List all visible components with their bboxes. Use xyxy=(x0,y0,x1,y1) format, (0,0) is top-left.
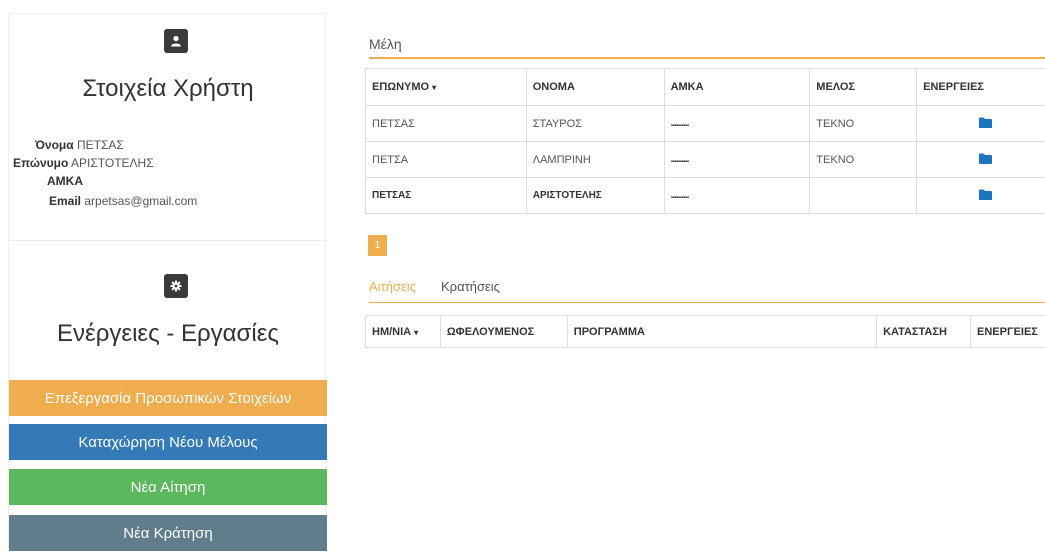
sort-caret-icon: ▾ xyxy=(414,327,419,337)
folder-icon[interactable] xyxy=(979,189,993,203)
col-header-member[interactable]: ΜΕΛΟΣ xyxy=(809,68,918,106)
user-surname-line: Επώνυμο ΑΡΙΣΤΟΤΕΛΗΣ xyxy=(13,156,154,170)
cell-name: ΑΡΙΣΤΟΤΕΛΗΣ xyxy=(525,177,665,214)
cell-name: ΛΑΜΠΡΙΝΗ xyxy=(525,141,665,178)
members-table-header: ΕΠΩΝΥΜΟ ▾ ΟΝΟΜΑ ΑΜΚΑ ΜΕΛΟΣ ΕΝΕΡΓΕΙΕΣ xyxy=(365,68,1045,106)
applications-table: ΗΜ/ΝΙΑ ▾ ΩΦΕΛΟΥΜΕΝΟΣ ΠΡΟΓΡΑΜΜΑ ΚΑΤΑΣΤΑΣΗ… xyxy=(365,315,1045,348)
edit-personal-info-button[interactable]: Επεξεργασία Προσωπικών Στοιχείων xyxy=(9,380,327,416)
col-header-date[interactable]: ΗΜ/ΝΙΑ ▾ xyxy=(365,315,441,348)
cell-member xyxy=(809,177,918,214)
user-name-value: ΠΕΤΣΑΣ xyxy=(76,138,124,152)
user-name-label: Όνομα xyxy=(35,138,74,152)
cell-actions xyxy=(916,105,1045,142)
cell-actions xyxy=(916,177,1045,214)
cell-amka: .......... xyxy=(663,141,811,178)
new-reservation-button[interactable]: Νέα Κράτηση xyxy=(9,515,327,551)
cell-member: ΤΕΚΝΟ xyxy=(809,141,918,178)
user-icon xyxy=(164,29,188,53)
sort-caret-icon: ▾ xyxy=(432,83,437,92)
user-surname-value: ΑΡΙΣΤΟΤΕΛΗΣ xyxy=(71,156,154,170)
new-member-button[interactable]: Καταχώρηση Νέου Μέλους xyxy=(9,424,327,460)
pagination-page-current[interactable]: 1 xyxy=(368,235,387,256)
col-header-amka[interactable]: ΑΜΚΑ xyxy=(663,68,811,106)
tab-applications[interactable]: Αιτήσεις xyxy=(369,279,416,294)
col-header-program[interactable]: ΠΡΟΓΡΑΜΜΑ xyxy=(566,315,878,348)
sidebar: Στοιχεία Χρήστη Όνομα ΠΕΤΣΑΣ Επώνυμο ΑΡΙ… xyxy=(8,13,327,552)
col-header-name[interactable]: ΟΝΟΜΑ xyxy=(525,68,665,106)
cell-actions xyxy=(916,141,1045,178)
tabs-underline xyxy=(369,302,1045,303)
cell-surname: ΠΕΤΣΑΣ xyxy=(365,105,527,142)
gear-icon xyxy=(164,274,188,298)
cell-name: ΣΤΑΥΡΟΣ xyxy=(525,105,665,142)
new-application-button[interactable]: Νέα Αίτηση xyxy=(9,469,327,505)
col-header-surname[interactable]: ΕΠΩΝΥΜΟ ▾ xyxy=(365,68,527,106)
table-row: ΠΕΤΣΑ ΛΑΜΠΡΙΝΗ .......... ΤΕΚΝΟ xyxy=(365,141,1045,178)
col-header-status[interactable]: ΚΑΤΑΣΤΑΣΗ xyxy=(876,315,972,348)
applications-table-header: ΗΜ/ΝΙΑ ▾ ΩΦΕΛΟΥΜΕΝΟΣ ΠΡΟΓΡΑΜΜΑ ΚΑΤΑΣΤΑΣΗ… xyxy=(365,315,1045,348)
user-email-value: arpetsas@gmail.com xyxy=(84,194,198,208)
members-title-underline xyxy=(369,57,1045,59)
actions-section-title: Ενέργειες - Εργασίες xyxy=(57,320,279,347)
folder-icon[interactable] xyxy=(979,153,993,167)
table-row: ΠΕΤΣΑΣ ΣΤΑΥΡΟΣ .......... ΤΕΚΝΟ xyxy=(365,105,1045,142)
user-email-label: Email xyxy=(49,194,82,208)
user-surname-label: Επώνυμο xyxy=(13,156,69,170)
members-table: ΕΠΩΝΥΜΟ ▾ ΟΝΟΜΑ ΑΜΚΑ ΜΕΛΟΣ ΕΝΕΡΓΕΙΕΣ ΠΕΤ… xyxy=(365,68,1045,214)
user-email-line: Email arpetsas@gmail.com xyxy=(49,194,197,208)
col-header-beneficiary[interactable]: ΩΦΕΛΟΥΜΕΝΟΣ xyxy=(439,315,568,348)
cell-amka: .......... xyxy=(663,177,811,214)
col-header-actions: ΕΝΕΡΓΕΙΕΣ xyxy=(916,68,1045,106)
members-section-title: Μέλη xyxy=(369,36,402,52)
col-header-app-actions: ΕΝΕΡΓΕΙΕΣ xyxy=(970,315,1045,348)
cell-member: ΤΕΚΝΟ xyxy=(809,105,918,142)
user-name-line: Όνομα ΠΕΤΣΑΣ xyxy=(35,138,124,152)
user-section-title: Στοιχεία Χρήστη xyxy=(82,75,254,102)
cell-surname: ΠΕΤΣΑ xyxy=(365,141,527,178)
cell-amka: .......... xyxy=(663,105,811,142)
sidebar-divider xyxy=(9,240,327,241)
table-row: ΠΕΤΣΑΣ ΑΡΙΣΤΟΤΕΛΗΣ .......... xyxy=(365,177,1045,214)
cell-surname: ΠΕΤΣΑΣ xyxy=(365,177,527,214)
folder-icon[interactable] xyxy=(979,117,993,131)
user-amka-label: ΑΜΚΑ xyxy=(47,174,83,188)
user-amka-line: ΑΜΚΑ xyxy=(47,174,83,188)
col-header-surname-label: ΕΠΩΝΥΜΟ xyxy=(372,81,430,93)
tab-reservations[interactable]: Κρατήσεις xyxy=(441,279,500,294)
col-header-date-label: ΗΜ/ΝΙΑ xyxy=(372,325,412,338)
